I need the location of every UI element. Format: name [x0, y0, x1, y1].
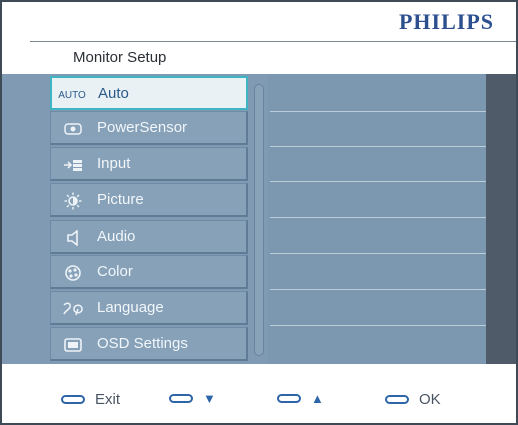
menu-item-label: PowerSensor	[97, 119, 188, 136]
up-button[interactable]: ▲	[277, 391, 324, 406]
menu-item-label: Color	[97, 263, 133, 280]
exit-button[interactable]: Exit	[61, 391, 120, 408]
menu-scrollbar[interactable]	[254, 84, 264, 356]
menu-item-color[interactable]: Color	[50, 255, 248, 289]
button-pill-icon	[385, 395, 409, 404]
color-icon	[61, 264, 85, 282]
menu-item-label: Picture	[97, 191, 144, 208]
submenu-divider	[270, 325, 486, 326]
menu-item-label: Audio	[97, 228, 136, 245]
submenu-divider	[270, 111, 486, 112]
menu-item-language[interactable]: Language	[50, 291, 248, 325]
menu-item-label: Language	[97, 299, 164, 316]
submenu-divider	[270, 253, 486, 254]
menu-item-picture[interactable]: Picture	[50, 183, 248, 217]
page-title: Monitor Setup	[73, 49, 167, 66]
submenu-divider	[270, 146, 486, 147]
button-pill-icon	[277, 394, 301, 403]
menu-item-osd-settings[interactable]: OSD Settings	[50, 327, 248, 361]
language-icon	[61, 300, 85, 318]
right-edge-bar	[486, 74, 516, 364]
down-button[interactable]: ▼	[169, 391, 216, 406]
menu-item-label: Input	[97, 155, 131, 172]
submenu-divider	[270, 181, 486, 182]
input-icon	[61, 156, 85, 174]
picture-icon	[61, 192, 85, 210]
brand-logo: PHILIPS	[398, 9, 494, 34]
button-pill-icon	[169, 394, 193, 403]
ok-label: OK	[419, 391, 441, 408]
up-arrow-icon: ▲	[311, 391, 324, 406]
submenu-panel	[268, 74, 486, 364]
menu-item-label: Auto	[98, 85, 129, 102]
button-pill-icon	[61, 395, 85, 404]
osd-settings-icon	[61, 336, 85, 354]
ok-button[interactable]: OK	[385, 391, 441, 408]
auto-icon: AUTO	[58, 89, 86, 101]
header-divider	[30, 41, 516, 42]
exit-label: Exit	[95, 391, 121, 408]
menu-item-powersensor[interactable]: PowerSensor	[50, 111, 248, 145]
down-arrow-icon: ▼	[203, 391, 216, 406]
menu-item-label: OSD Settings	[97, 335, 188, 352]
submenu-divider	[270, 217, 486, 218]
submenu-divider	[270, 289, 486, 290]
menu-item-auto[interactable]: AUTO Auto	[50, 76, 248, 110]
menu-item-input[interactable]: Input	[50, 147, 248, 181]
power-sensor-icon	[61, 120, 85, 138]
menu-item-audio[interactable]: Audio	[50, 220, 248, 254]
audio-icon	[61, 229, 85, 247]
